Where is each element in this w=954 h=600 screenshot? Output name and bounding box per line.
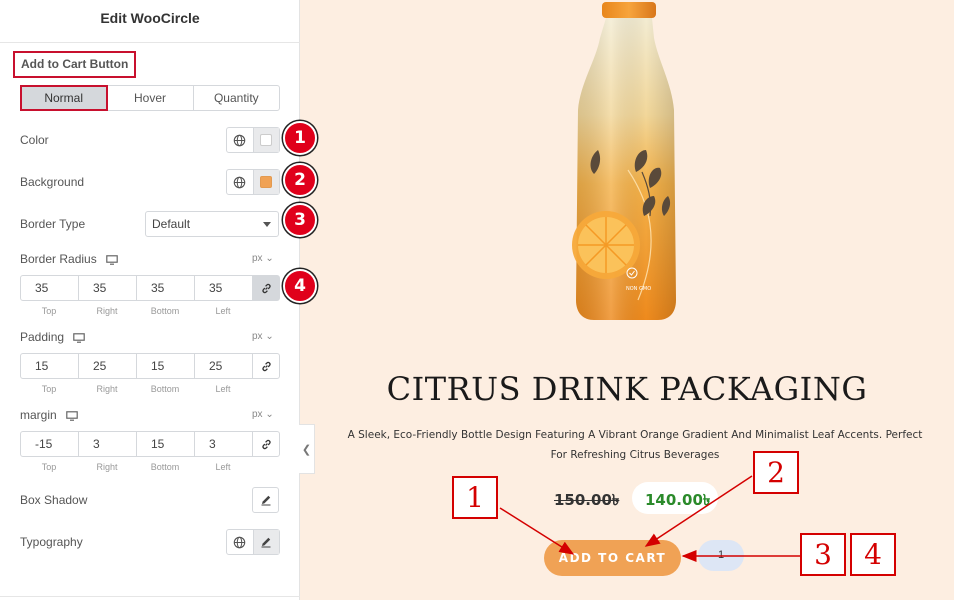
old-price: 150.00৳ xyxy=(554,491,620,509)
callout-4: 4 xyxy=(850,533,896,576)
background-swatch-button[interactable] xyxy=(253,170,279,194)
padding-left-input[interactable]: 25 xyxy=(195,354,253,378)
border-radius-right-input[interactable]: 35 xyxy=(79,276,137,300)
tab-normal[interactable]: Normal xyxy=(19,85,109,111)
badge-1: 1 xyxy=(283,121,317,155)
monitor-icon[interactable] xyxy=(66,411,78,421)
panel-title: Edit WooCircle xyxy=(100,10,200,26)
add-to-cart-button[interactable]: ADD TO CART xyxy=(544,540,681,576)
tab-quantity[interactable]: Quantity xyxy=(194,86,279,110)
border-radius-bottom-input[interactable]: 35 xyxy=(137,276,195,300)
globe-icon xyxy=(233,134,246,146)
padding-inputs: 15 25 15 25 xyxy=(20,353,280,379)
global-color-button[interactable] xyxy=(227,128,254,152)
color-swatch-button[interactable] xyxy=(253,128,279,152)
badge-2: 2 xyxy=(283,163,317,197)
bottle-label: NON GMO xyxy=(626,286,651,292)
state-tabs: Normal Hover Quantity xyxy=(19,85,280,111)
background-control xyxy=(226,169,280,195)
typography-edit-button[interactable] xyxy=(253,530,279,554)
border-type-value: Default xyxy=(152,217,191,231)
caret-down-icon xyxy=(263,222,271,227)
preview-canvas: NON GMO CITRUS DRINK PACKAGING A Sleek, … xyxy=(300,0,954,600)
quantity-input[interactable]: 1 xyxy=(698,540,744,571)
tab-hover[interactable]: Hover xyxy=(107,86,194,110)
link-values-button[interactable] xyxy=(253,276,279,300)
dimension-captions: Top Right Bottom Left xyxy=(41,462,231,472)
margin-label: margin xyxy=(20,408,78,422)
unit-select[interactable]: px ⌄ xyxy=(252,331,274,342)
pencil-icon xyxy=(261,537,271,548)
border-type-select[interactable]: Default xyxy=(145,211,279,237)
border-radius-inputs: 35 35 35 35 xyxy=(20,275,280,301)
badge-3: 3 xyxy=(283,203,317,237)
link-values-button[interactable] xyxy=(253,432,279,456)
color-swatch xyxy=(260,134,273,146)
product-title: CITRUS DRINK PACKAGING xyxy=(386,370,868,408)
background-label: Background xyxy=(20,175,85,189)
link-icon xyxy=(261,361,271,371)
color-label: Color xyxy=(20,133,49,147)
margin-inputs: -15 3 15 3 xyxy=(20,431,280,457)
dimension-captions: Top Right Bottom Left xyxy=(41,306,231,316)
callout-1: 1 xyxy=(452,476,498,519)
margin-bottom-input[interactable]: 15 xyxy=(137,432,195,456)
padding-label: Padding xyxy=(20,330,86,344)
global-background-button[interactable] xyxy=(227,170,254,194)
section-heading[interactable]: Add to Cart Button xyxy=(13,51,137,78)
collapse-panel-button[interactable]: ❮ xyxy=(299,424,315,474)
box-shadow-label: Box Shadow xyxy=(20,493,88,507)
product-description: A Sleek, Eco-Friendly Bottle Design Feat… xyxy=(347,429,923,461)
sale-price: 140.00৳ xyxy=(645,491,711,509)
callout-2: 2 xyxy=(753,451,799,494)
divider xyxy=(0,596,300,597)
unit-select[interactable]: px ⌄ xyxy=(252,253,274,264)
margin-left-input[interactable]: 3 xyxy=(195,432,253,456)
margin-top-input[interactable]: -15 xyxy=(21,432,79,456)
border-type-label: Border Type xyxy=(20,217,86,231)
typography-label: Typography xyxy=(20,535,83,549)
padding-text: Padding xyxy=(20,330,65,344)
product-image[interactable]: NON GMO xyxy=(568,0,684,322)
link-icon xyxy=(261,283,271,293)
border-radius-top-input[interactable]: 35 xyxy=(21,276,79,300)
box-shadow-edit-button[interactable] xyxy=(252,487,279,513)
editor-panel: Edit WooCircle Add to Cart Button Normal… xyxy=(0,0,317,600)
monitor-icon[interactable] xyxy=(106,255,118,265)
border-radius-left-input[interactable]: 35 xyxy=(195,276,253,300)
padding-bottom-input[interactable]: 15 xyxy=(137,354,195,378)
globe-icon xyxy=(233,176,246,188)
margin-text: margin xyxy=(20,408,57,422)
chevron-left-icon: ❮ xyxy=(301,443,312,456)
globe-icon xyxy=(233,536,246,548)
border-radius-label: Border Radius xyxy=(20,252,118,266)
margin-right-input[interactable]: 3 xyxy=(79,432,137,456)
badge-4: 4 xyxy=(283,269,317,303)
border-radius-text: Border Radius xyxy=(20,252,97,266)
background-swatch xyxy=(260,176,273,188)
global-typography-button[interactable] xyxy=(227,530,254,554)
monitor-icon[interactable] xyxy=(73,333,86,343)
color-control xyxy=(226,127,280,153)
padding-right-input[interactable]: 25 xyxy=(79,354,137,378)
callout-3: 3 xyxy=(800,533,846,576)
pencil-icon xyxy=(261,495,270,506)
divider xyxy=(0,42,300,43)
unit-select[interactable]: px ⌄ xyxy=(252,409,274,420)
dimension-captions: Top Right Bottom Left xyxy=(41,384,231,394)
link-values-button[interactable] xyxy=(253,354,279,378)
link-icon xyxy=(261,439,271,449)
padding-top-input[interactable]: 15 xyxy=(21,354,79,378)
typography-control xyxy=(226,529,280,555)
